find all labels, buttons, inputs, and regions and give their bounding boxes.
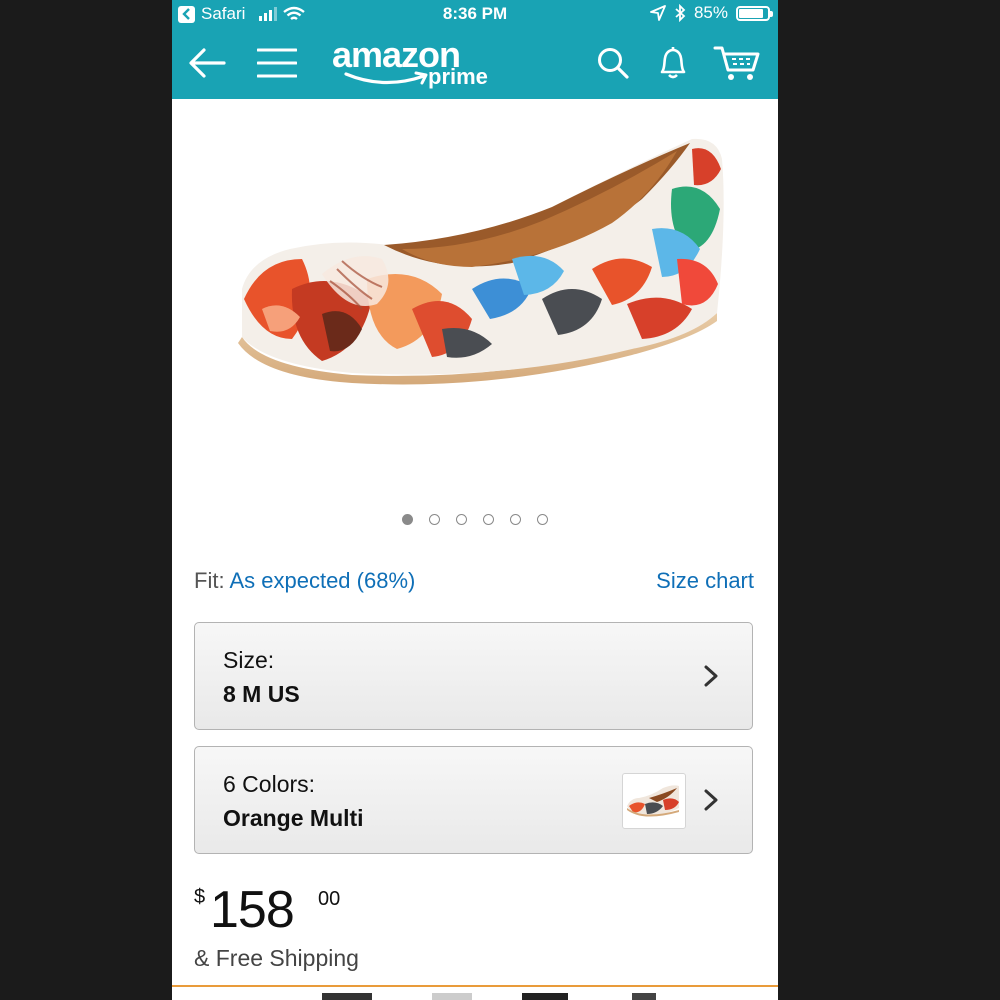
color-value: Orange Multi xyxy=(223,805,364,831)
size-label: Size: xyxy=(223,647,275,673)
fit-value-link[interactable]: As expected (68%) xyxy=(229,568,415,593)
color-count-label: 6 Colors: xyxy=(223,771,316,797)
product-shoe-image xyxy=(238,138,724,385)
size-chart-link[interactable]: Size chart xyxy=(656,568,754,594)
back-arrow-icon xyxy=(189,48,226,78)
search-icon xyxy=(598,48,629,79)
pagination-dot[interactable] xyxy=(510,514,521,525)
top-nav: amazon prime xyxy=(172,28,778,99)
price-whole: 158 xyxy=(210,881,295,939)
price-fraction: 00 xyxy=(318,888,341,910)
related-products-strip xyxy=(172,987,778,1000)
menu-button[interactable] xyxy=(252,38,302,88)
cart-icon xyxy=(713,46,760,80)
size-value: 8 M US xyxy=(223,681,300,707)
price-currency-symbol: $ xyxy=(194,886,206,908)
chevron-right-icon xyxy=(704,789,718,811)
color-swatch-thumbnail xyxy=(622,773,686,829)
size-selector[interactable]: Size: 8 M US xyxy=(194,622,753,730)
search-button[interactable] xyxy=(588,38,638,88)
fit-label: Fit: xyxy=(194,568,225,593)
related-product-thumbnails xyxy=(322,993,656,1000)
location-icon xyxy=(650,5,666,21)
logo-prime: prime xyxy=(428,64,488,89)
pagination-dot[interactable] xyxy=(402,514,413,525)
notifications-button[interactable] xyxy=(648,38,698,88)
menu-icon xyxy=(257,48,297,78)
fit-row: Fit: As expected (68%) Size chart xyxy=(194,568,754,594)
pagination-dot[interactable] xyxy=(537,514,548,525)
chevron-right-icon xyxy=(704,665,718,687)
bell-icon xyxy=(660,47,686,79)
status-bar: Safari 8:36 PM 85% xyxy=(172,0,778,28)
swatch-shoe-image xyxy=(627,785,679,817)
battery-percent: 85% xyxy=(693,3,728,22)
amazon-prime-logo[interactable]: amazon prime xyxy=(332,34,502,94)
pagination-dot[interactable] xyxy=(483,514,494,525)
color-selector[interactable]: 6 Colors: Orange Multi xyxy=(194,746,753,854)
battery-icon xyxy=(736,5,773,21)
image-pagination xyxy=(172,514,778,530)
product-image[interactable] xyxy=(172,99,778,499)
shipping-note: & Free Shipping xyxy=(194,945,359,971)
phone-screen: Safari 8:36 PM 85% amazon prime Fit: As … xyxy=(172,0,778,1000)
logo-smile xyxy=(344,71,428,85)
pagination-dot[interactable] xyxy=(456,514,467,525)
cart-button[interactable] xyxy=(712,38,762,88)
bluetooth-icon xyxy=(675,4,686,22)
back-button[interactable] xyxy=(182,38,232,88)
pagination-dot[interactable] xyxy=(429,514,440,525)
